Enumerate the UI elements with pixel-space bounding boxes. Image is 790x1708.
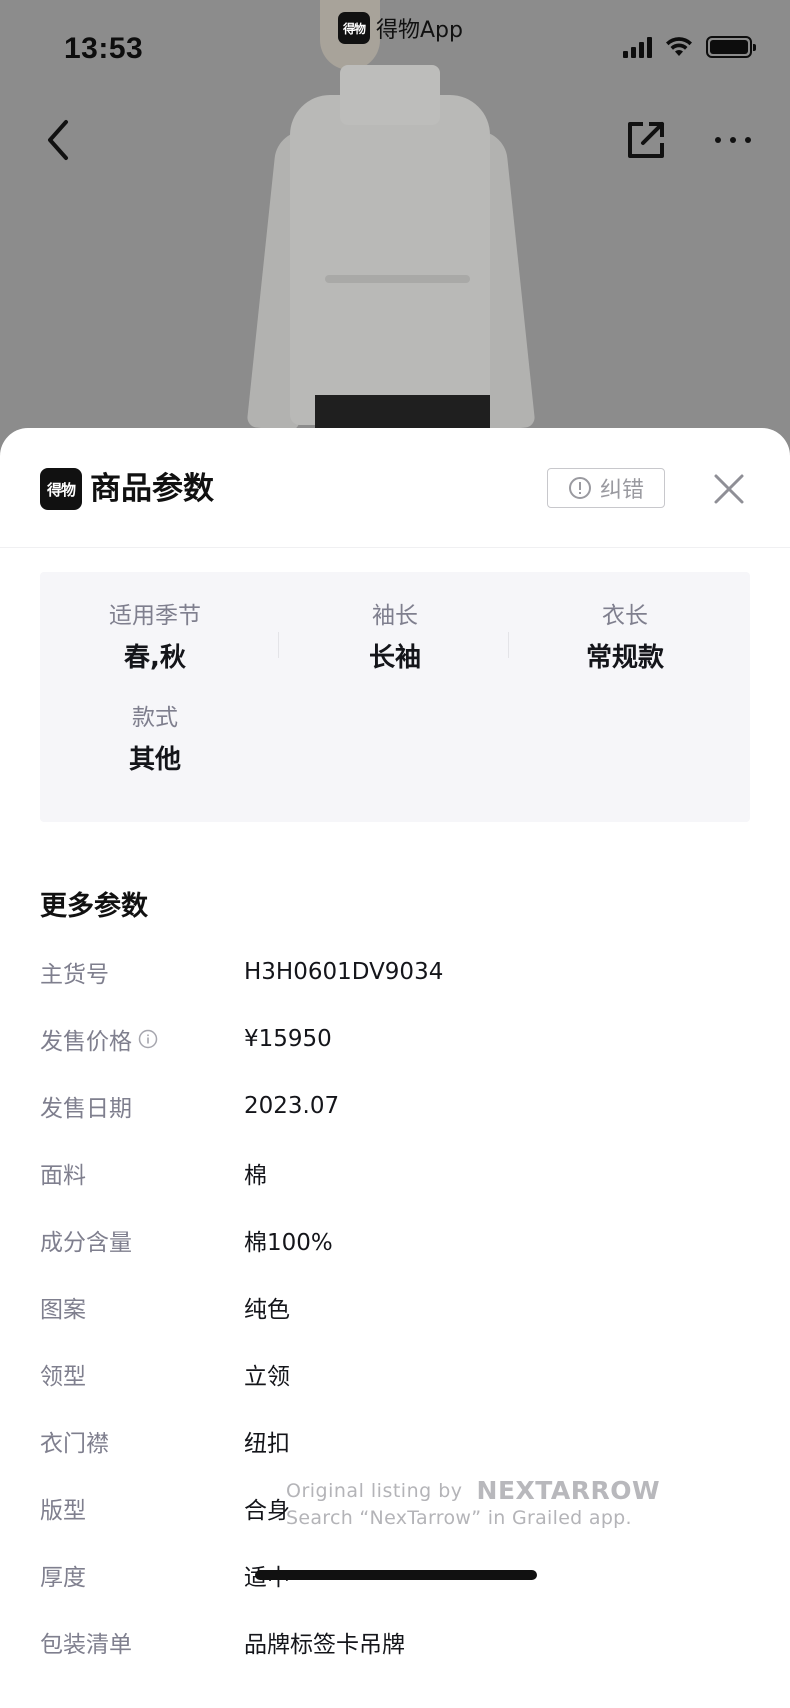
attr-label: 款式 (132, 705, 178, 731)
param-label: 发售价格 (40, 1022, 244, 1056)
attr-divider (278, 632, 279, 658)
param-value: 棉 (244, 1163, 267, 1189)
param-label: 厚度 (40, 1565, 86, 1591)
param-label: 图案 (40, 1297, 86, 1323)
param-label: 成分含量 (40, 1230, 132, 1256)
param-value: 立领 (244, 1364, 290, 1390)
param-row: 衣门襟 纽扣 (40, 1421, 750, 1461)
param-value: H3H0601DV9034 (244, 959, 444, 985)
param-row: 领型 立领 (40, 1354, 750, 1394)
report-error-button[interactable]: 纠错 (547, 468, 665, 508)
param-label: 发售日期 (40, 1096, 132, 1122)
attr-value: 长袖 (368, 643, 421, 673)
key-attributes-card: 适用季节 春,秋 袖长 长袖 衣长 常规款 款式 其他 (40, 572, 750, 822)
param-label: 领型 (40, 1364, 86, 1390)
back-button[interactable] (36, 115, 80, 165)
param-value: 品牌标签卡吊牌 (244, 1632, 405, 1658)
close-button[interactable] (710, 470, 748, 508)
attr-cell: 适用季节 春,秋 (40, 600, 270, 678)
watermark-line2: Search “NexTarrow” in Grailed app. (286, 1507, 632, 1529)
param-value: 棉100% (244, 1230, 333, 1256)
sheet-header: 得物 商品参数 纠错 (0, 428, 790, 548)
product-params-sheet: 得物 商品参数 纠错 适用季节 春,秋 袖长 长袖 衣长 常规款 款式 其他 更… (0, 428, 790, 1708)
app-logo-icon: 得物 (338, 12, 370, 44)
attr-label: 衣长 (602, 603, 648, 629)
param-label: 版型 (40, 1498, 86, 1524)
param-row: 成分含量 棉100% (40, 1220, 750, 1260)
alert-circle-icon (568, 477, 591, 499)
param-label: 面料 (40, 1163, 86, 1189)
battery-icon (706, 36, 756, 58)
attr-label: 袖长 (372, 603, 418, 629)
attr-cell: 衣长 常规款 (510, 600, 740, 678)
info-icon[interactable] (138, 1029, 158, 1049)
back-icon (48, 120, 68, 160)
app-name: 得物App (376, 18, 463, 43)
watermark-line1: Original listing by (286, 1479, 463, 1502)
attr-value: 其他 (128, 745, 181, 775)
attr-value: 春,秋 (124, 643, 186, 673)
report-error-label: 纠错 (599, 478, 644, 503)
attr-cell: 款式 其他 (40, 702, 270, 780)
attr-cell: 袖长 长袖 (280, 600, 510, 678)
param-label: 包装清单 (40, 1632, 132, 1658)
attr-label: 适用季节 (109, 603, 201, 629)
watermark-brand: NEXTARROW (476, 1476, 661, 1505)
wifi-icon (666, 37, 692, 56)
param-row: 主货号 H3H0601DV9034 (40, 952, 750, 992)
more-button[interactable] (708, 120, 758, 160)
param-value: ¥15950 (244, 1026, 332, 1052)
param-label: 衣门襟 (40, 1431, 109, 1457)
watermark: Original listing by NEXTARROW Search “Ne… (286, 1476, 660, 1529)
param-value: 合身 (244, 1498, 290, 1524)
attr-value: 常规款 (585, 643, 664, 673)
signal-icon (623, 36, 652, 58)
status-icons (623, 36, 756, 58)
status-bar: 13:53 得物 得物App (0, 0, 790, 100)
sheet-title: 商品参数 (90, 471, 214, 507)
param-value: 纯色 (244, 1297, 290, 1323)
param-label: 主货号 (40, 962, 109, 988)
share-button[interactable] (622, 115, 670, 165)
home-indicator[interactable] (255, 1570, 537, 1580)
app-badge: 得物 得物App (338, 12, 463, 44)
more-icon (715, 137, 751, 143)
attr-divider (508, 632, 509, 658)
param-row: 发售日期 2023.07 (40, 1086, 750, 1126)
param-row: 面料 棉 (40, 1153, 750, 1193)
share-icon (628, 122, 664, 158)
more-params-title: 更多参数 (40, 891, 148, 922)
param-row: 发售价格 ¥15950 (40, 1019, 750, 1059)
param-row: 包装清单 品牌标签卡吊牌 (40, 1622, 750, 1662)
param-row: 图案 纯色 (40, 1287, 750, 1327)
param-value: 纽扣 (244, 1431, 290, 1457)
brand-logo-icon: 得物 (40, 468, 82, 510)
status-time: 13:53 (64, 32, 144, 65)
close-icon (714, 474, 744, 504)
param-value: 2023.07 (244, 1093, 340, 1119)
